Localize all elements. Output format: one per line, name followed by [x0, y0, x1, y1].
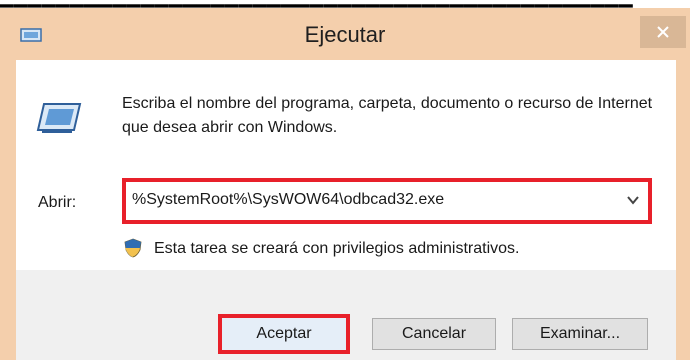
admin-privileges-note: Esta tarea se creará con privilegios adm…: [154, 240, 520, 257]
open-input[interactable]: [132, 188, 612, 212]
window-title: Ejecutar: [304, 22, 386, 47]
description-text: Escriba el nombre del programa, carpeta,…: [122, 95, 653, 136]
open-combobox[interactable]: [122, 178, 652, 224]
close-icon: [657, 26, 669, 38]
run-icon: [36, 103, 82, 133]
dialog-body: Escriba el nombre del programa, carpeta,…: [16, 60, 676, 270]
chevron-down-icon[interactable]: [626, 193, 640, 207]
cancel-button[interactable]: Cancelar: [372, 318, 496, 350]
run-dialog: Ejecutar Escriba el nombre del programa,…: [0, 8, 690, 360]
title-bar[interactable]: Ejecutar: [0, 8, 690, 60]
close-button[interactable]: [640, 16, 686, 48]
clipped-header-strip: ▁▁▁▁▁▁▁▁▁▁▁▁▁▁▁▁▁▁▁▁▁▁▁▁▁▁▁▁▁▁▁▁▁▁▁▁▁▁▁▁…: [0, 0, 690, 8]
browse-button[interactable]: Examinar...: [512, 318, 648, 350]
button-bar: Aceptar Cancelar Examinar...: [16, 270, 676, 360]
open-label: Abrir:: [38, 194, 77, 211]
uac-shield-icon: [124, 238, 142, 258]
ok-button[interactable]: Aceptar: [218, 314, 350, 354]
clipped-header-text: ▁▁▁▁▁▁▁▁▁▁▁▁▁▁▁▁▁▁▁▁▁▁▁▁▁▁▁▁▁▁▁▁▁▁▁▁▁▁▁▁…: [0, 0, 690, 8]
